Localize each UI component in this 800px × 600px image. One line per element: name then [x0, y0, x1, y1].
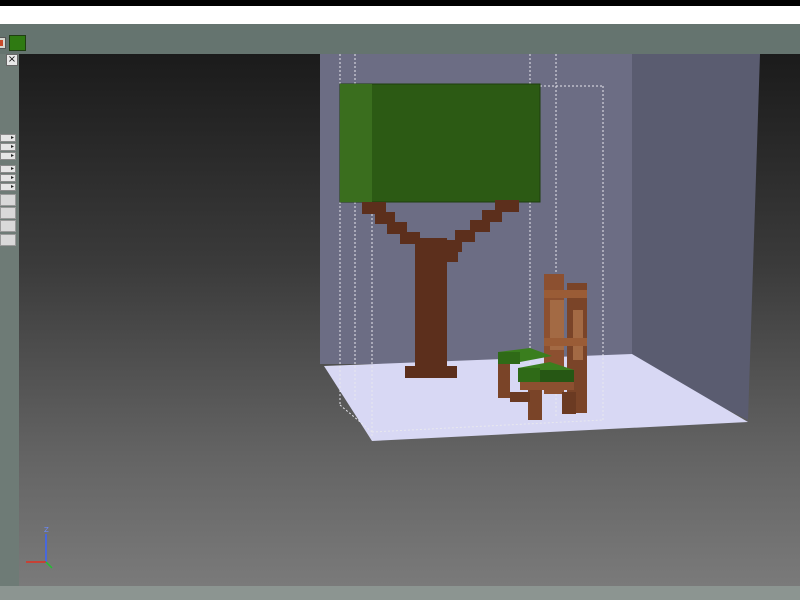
z-axis-label: Z	[44, 526, 49, 534]
y-axis-icon	[45, 561, 53, 569]
app-window: ▸ ▸ ▸ ▸ ▸ ▸ × Z	[0, 0, 800, 600]
room-side-wall	[632, 54, 760, 420]
scene-canvas: Z	[26, 54, 760, 569]
tree-canopy-side	[340, 84, 372, 202]
axis-gizmo: Z	[26, 526, 53, 569]
status-bar	[0, 586, 800, 600]
